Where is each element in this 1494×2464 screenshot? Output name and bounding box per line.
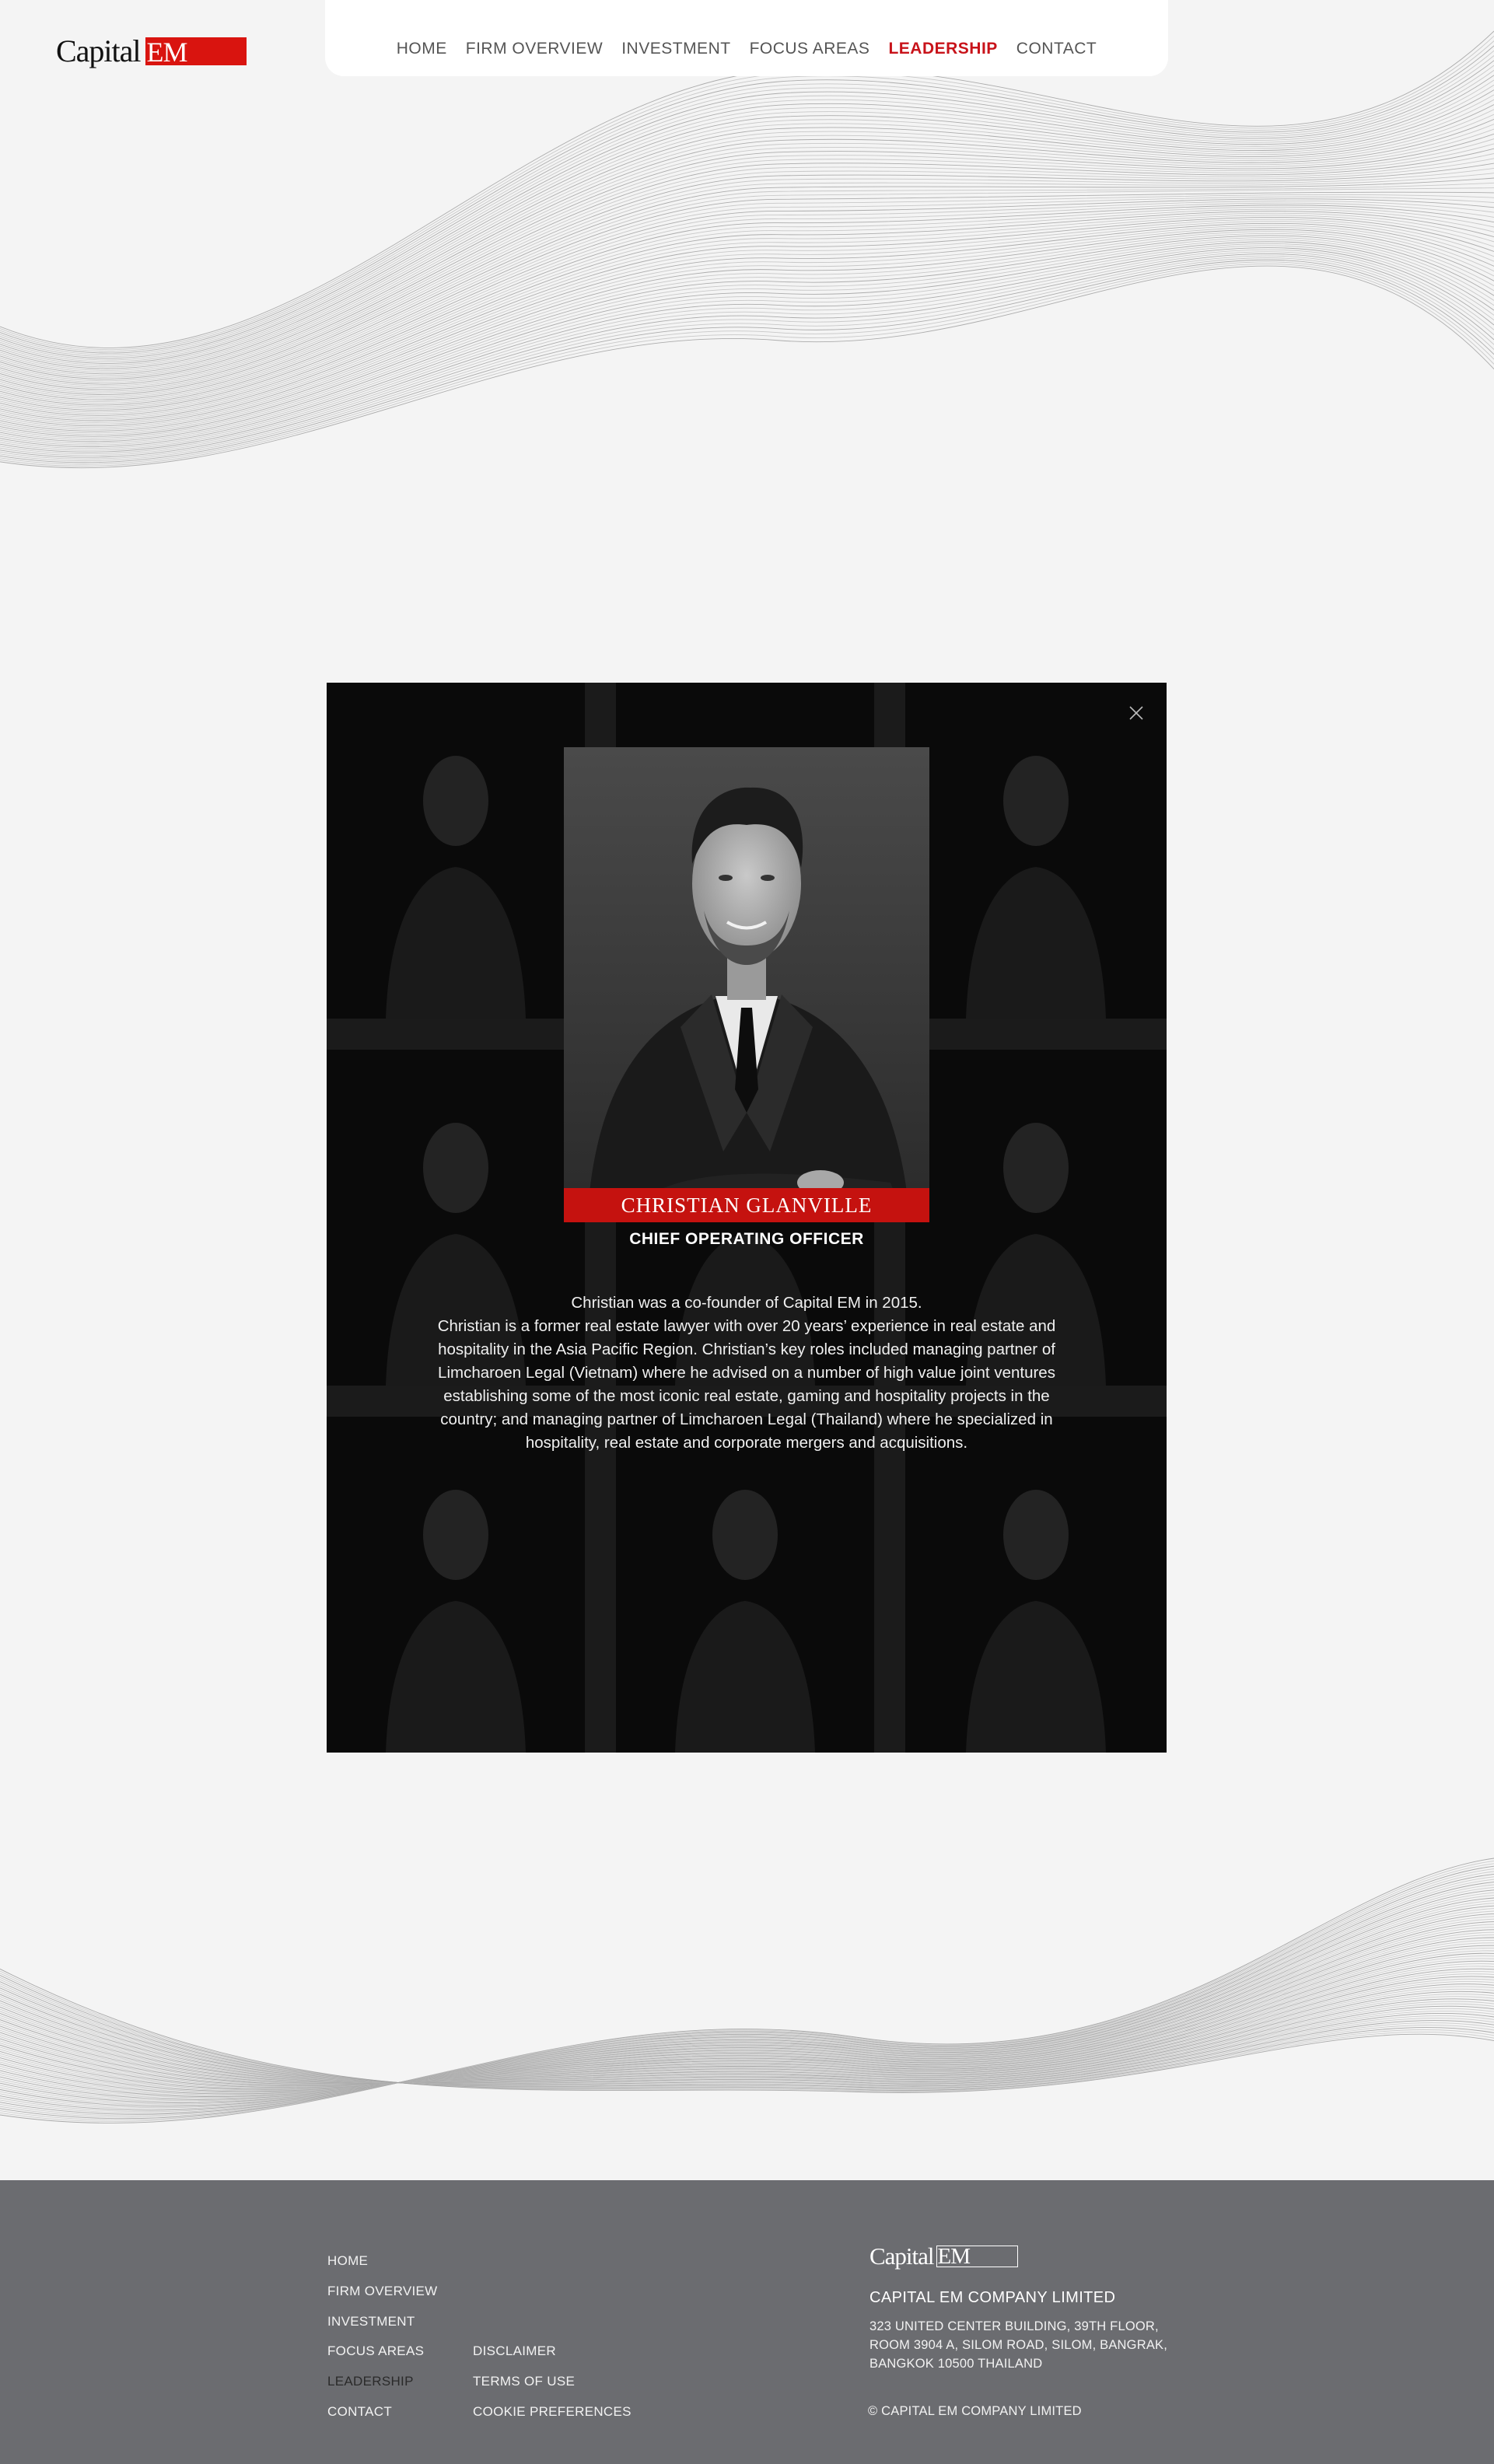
background-portrait-tile: [327, 683, 585, 1019]
logo-em-mark: EM: [145, 37, 247, 67]
leader-name: CHRISTIAN GLANVILLE: [564, 1188, 929, 1222]
leader-portrait: [564, 747, 929, 1222]
footer-copyright: © CAPITAL EM COMPANY LIMITED: [868, 2404, 1082, 2418]
person-silhouette-icon: [386, 756, 526, 1019]
leader-role: CHIEF OPERATING OFFICER: [629, 1230, 864, 1248]
wave-background-bottom: [0, 1858, 1494, 2123]
background-portrait-tile: [327, 1417, 585, 1753]
footer-link-leadership[interactable]: LEADERSHIP: [327, 2374, 414, 2389]
footer-link-investment[interactable]: INVESTMENT: [327, 2314, 415, 2329]
background-portrait-tile: [905, 1417, 1167, 1753]
grid-gap: [874, 1417, 905, 1753]
leader-bio: Christian was a co-founder of Capital EM…: [436, 1291, 1058, 1455]
person-silhouette-icon: [675, 1490, 815, 1753]
main-navigation: HOME FIRM OVERVIEW INVESTMENT FOCUS AREA…: [325, 0, 1168, 76]
person-silhouette-icon: [966, 756, 1106, 1019]
footer-link-firm-overview[interactable]: FIRM OVERVIEW: [327, 2284, 438, 2299]
nav-focus-areas[interactable]: FOCUS AREAS: [750, 40, 870, 58]
bio-paragraph: Christian was a co-founder of Capital EM…: [571, 1294, 922, 1312]
nav-firm-overview[interactable]: FIRM OVERVIEW: [466, 40, 603, 58]
person-silhouette-icon: [966, 1490, 1106, 1753]
footer-link-disclaimer[interactable]: DISCLAIMER: [473, 2343, 556, 2359]
footer-address: 323 UNITED CENTER BUILDING, 39TH FLOOR, …: [869, 2319, 1168, 2371]
footer-link-home[interactable]: HOME: [327, 2253, 368, 2269]
footer-logo-em-mark: EM: [936, 2246, 1018, 2268]
footer-company-name: CAPITAL EM COMPANY LIMITED: [869, 2289, 1116, 2306]
footer-logo[interactable]: Capital EM: [869, 2244, 1018, 2269]
leader-profile-modal: CHRISTIAN GLANVILLE CHIEF OPERATING OFFI…: [327, 683, 1167, 1753]
bio-paragraph: Christian is a former real estate lawyer…: [437, 1317, 1056, 1452]
site-logo[interactable]: Capital EM: [56, 34, 247, 68]
footer-link-contact[interactable]: CONTACT: [327, 2404, 392, 2420]
grid-gap: [327, 1019, 585, 1050]
nav-leadership[interactable]: LEADERSHIP: [888, 40, 997, 58]
background-portrait-tile: [616, 1417, 874, 1753]
footer-link-cookie-preferences[interactable]: COOKIE PREFERENCES: [473, 2404, 632, 2420]
grid-gap: [585, 1417, 616, 1753]
close-icon[interactable]: [1125, 701, 1148, 725]
footer-logo-wordmark: Capital: [869, 2242, 935, 2270]
nav-investment[interactable]: INVESTMENT: [621, 40, 730, 58]
grid-gap: [905, 1019, 1167, 1050]
nav-contact[interactable]: CONTACT: [1016, 40, 1097, 58]
background-portrait-tile: [905, 683, 1167, 1019]
footer-link-terms-of-use[interactable]: TERMS OF USE: [473, 2374, 575, 2389]
logo-wordmark: Capital: [56, 33, 142, 68]
footer-link-focus-areas[interactable]: FOCUS AREAS: [327, 2343, 424, 2359]
person-silhouette-icon: [386, 1490, 526, 1753]
site-footer: [0, 2180, 1494, 2464]
nav-home[interactable]: HOME: [397, 40, 447, 58]
